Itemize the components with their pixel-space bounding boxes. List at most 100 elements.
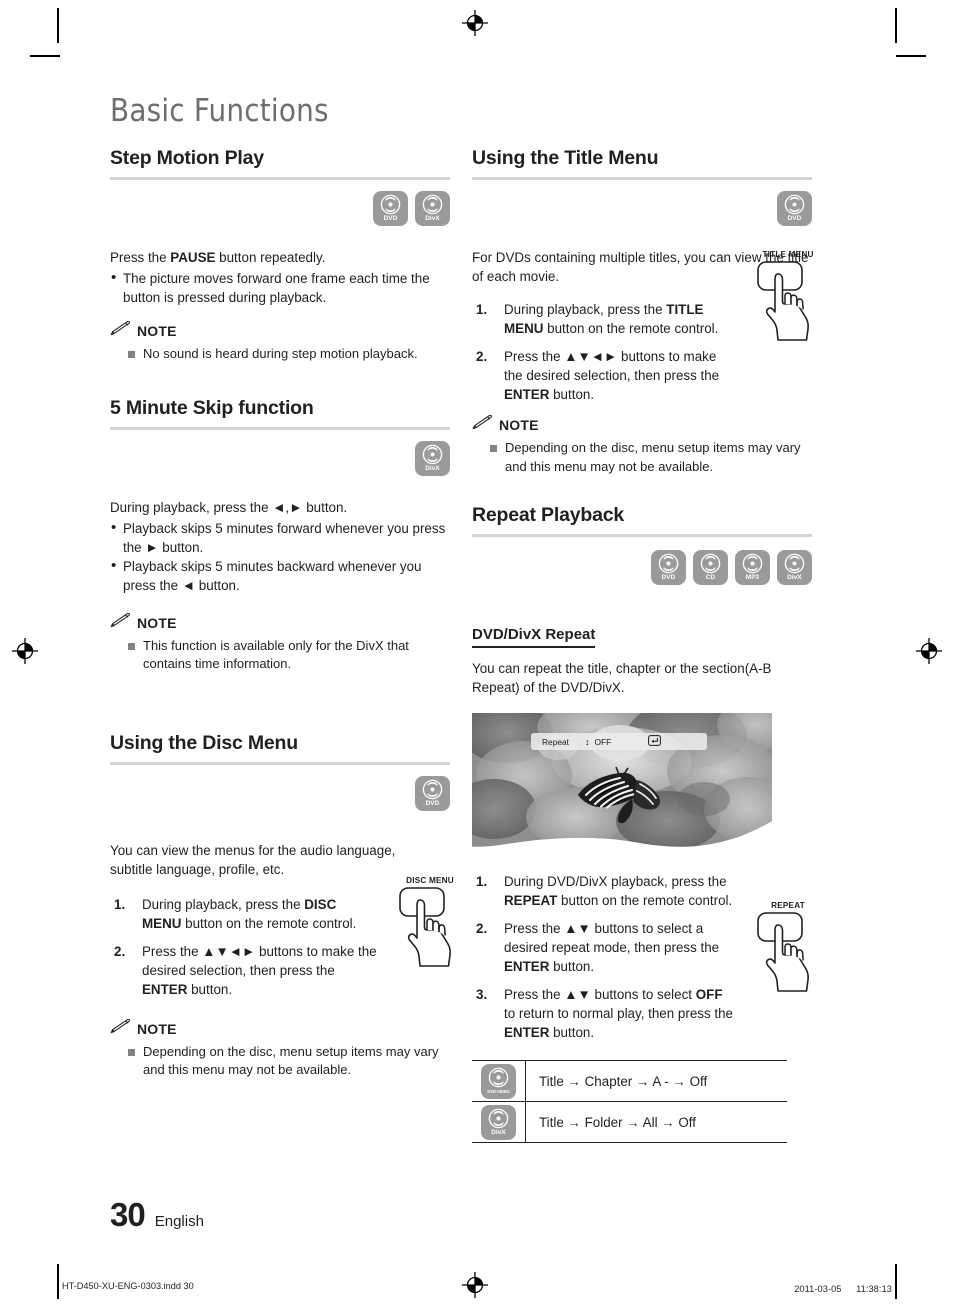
- disc-glyph: [422, 779, 443, 799]
- step-number: 1.: [476, 874, 488, 890]
- section-heading: 5 Minute Skip function: [110, 396, 314, 419]
- disc-badge-divx: DivX: [481, 1104, 516, 1140]
- bullet-list: The picture moves forward one frame each…: [110, 268, 450, 307]
- enter-icon: [648, 734, 662, 749]
- step-number: 3.: [476, 987, 488, 1003]
- note-label: NOTE: [137, 323, 177, 339]
- disc-badge-label: DivX: [425, 215, 440, 222]
- step-item: 3. Press the ▲▼ buttons to select OFF to …: [472, 985, 734, 1042]
- section-using-disc-menu: Using the Disc Menu DVD You can view the…: [110, 731, 454, 1080]
- repeat-mode-table: DVD-VIDEO Title → Chapter → A - → Off DivX…: [472, 1060, 787, 1144]
- heading-rule: [472, 534, 812, 537]
- table-row-disc-icon: DivX: [472, 1101, 526, 1144]
- section-heading: Repeat Playback: [472, 504, 625, 526]
- table-row-sequence: Title → Folder → All → Off: [525, 1101, 787, 1144]
- step-text: Press the ▲▼◄► buttons to make the desir…: [504, 349, 720, 402]
- print-timestamp: 2011-03-05 11:38:13: [794, 1284, 892, 1294]
- step-number: 2.: [476, 349, 488, 364]
- note-item: Depending on the disc, menu setup items …: [110, 1043, 450, 1080]
- heading-rule: [110, 177, 450, 180]
- disc-glyph: [488, 1067, 509, 1087]
- section-intro: Press the PAUSE button repeatedly.: [110, 250, 326, 265]
- button-caption: DISC MENU: [406, 875, 454, 885]
- disc-glyph: [784, 194, 805, 215]
- pencil-icon: [110, 612, 131, 633]
- section-heading: Step Motion Play: [110, 147, 264, 169]
- hand-pressing-button-icon: [398, 886, 462, 972]
- page-language: English: [154, 1213, 204, 1230]
- disc-badge-dvd: DVD: [651, 550, 686, 585]
- heading-rule: [110, 426, 450, 430]
- disc-badge-cd: CD: [693, 550, 728, 585]
- disc-glyph: [380, 194, 401, 215]
- step-number: 2.: [114, 943, 126, 959]
- note-items: Depending on the disc, menu setup items …: [110, 1043, 450, 1080]
- crop-mark-bottom-left-v: [57, 1264, 59, 1299]
- disc-glyph: [658, 553, 679, 574]
- disc-badge-label: DivX: [425, 464, 440, 472]
- disc-badge-row: DVD: [472, 191, 812, 226]
- disc-badge-divx: DivX: [415, 191, 450, 226]
- step-item: 2. Press the ▲▼◄► buttons to make the des…: [110, 942, 378, 999]
- registration-mark-left: [12, 638, 38, 664]
- disc-badge-label: DVD: [383, 215, 398, 222]
- section-intro: During playback, press the ◄,► button.: [110, 499, 348, 515]
- disc-badge-dvd: DVD: [415, 775, 450, 811]
- note-label: NOTE: [137, 614, 177, 631]
- section-step-motion-play: Step Motion Play DVD DivX Press the PAUSE…: [110, 147, 450, 364]
- crop-mark-top-left-h: [30, 55, 60, 57]
- step-list: 1. During playback, press the DISC MENU b…: [110, 895, 378, 999]
- section-heading: Using the Title Menu: [472, 147, 659, 169]
- bullet-item: Playback skips 5 minutes forward wheneve…: [110, 518, 450, 557]
- osd-bar: Repeat ↕ OFF: [531, 733, 707, 751]
- disc-badge-divx: DivX: [777, 550, 812, 585]
- step-number: 1.: [476, 302, 488, 317]
- step-list: 1. During playback, press the TITLE MENU …: [472, 300, 734, 404]
- section-heading: Using the Disc Menu: [110, 731, 298, 754]
- section-5-minute-skip: 5 Minute Skip function DivX During playb…: [110, 397, 450, 674]
- note-block: NOTE Depending on the disc, menu setup i…: [472, 414, 812, 476]
- note-item: Depending on the disc, menu setup items …: [472, 439, 812, 476]
- disc-badge-dvd: DVD: [373, 191, 408, 226]
- step-item: 2. Press the ▲▼◄► buttons to make the des…: [472, 347, 734, 404]
- disc-badge-label: DVD: [425, 799, 440, 807]
- chapter-title: Basic Functions: [110, 93, 329, 129]
- registration-mark-right: [916, 638, 942, 664]
- subsection-heading-wrap: DVD/DivX Repeat: [472, 626, 596, 649]
- disc-badge-label: DVD: [661, 574, 676, 581]
- crop-mark-top-left-v: [57, 8, 59, 43]
- hand-pressing-button-icon: [756, 261, 820, 346]
- right-column: Using the Title Menu DVD For DVDs contai…: [472, 147, 813, 1144]
- disc-badge-label: DVD: [787, 215, 802, 222]
- table-row-disc-icon: DVD-VIDEO: [472, 1060, 526, 1103]
- step-text: Press the ▲▼ buttons to select OFF to re…: [504, 987, 734, 1041]
- page-footer: 30 English: [110, 1196, 204, 1234]
- note-block: NOTE This function is available only for…: [110, 612, 450, 674]
- step-text: Press the ▲▼◄► buttons to make the desir…: [142, 943, 377, 997]
- page-content: Basic Functions Step Motion Play DVD DivX…: [110, 96, 822, 1207]
- disc-glyph: [700, 553, 721, 574]
- osd-screenshot: Repeat ↕ OFF: [472, 713, 772, 853]
- disc-badge-label: DVD-VIDEO: [487, 1088, 510, 1094]
- step-item: 1. During DVD/DivX playback, press the RE…: [472, 872, 734, 910]
- bullet-item: Playback skips 5 minutes backward whenev…: [110, 556, 450, 595]
- section-repeat-playback: Repeat Playback DVD CD MP3 DivX DVD/DivX Re…: [472, 504, 812, 1144]
- section-using-title-menu: Using the Title Menu DVD For DVDs contai…: [472, 147, 813, 476]
- pencil-icon: [110, 320, 131, 341]
- note-label: NOTE: [499, 417, 539, 433]
- step-number: 2.: [476, 921, 488, 937]
- section-intro: You can view the menus for the audio lan…: [110, 842, 396, 877]
- disc-badge-row: DivX: [110, 440, 450, 476]
- table-row: DivX Title → Folder → All → Off: [472, 1101, 787, 1144]
- note-block: NOTE No sound is heard during step motio…: [110, 320, 450, 364]
- disc-badge-mp3: MP3: [735, 550, 770, 585]
- disc-badge-label: MP3: [745, 574, 760, 581]
- table-row-sequence: Title → Chapter → A - → Off: [525, 1060, 787, 1103]
- note-items: Depending on the disc, menu setup items …: [472, 439, 812, 476]
- subheading-underline: [472, 646, 596, 649]
- section-intro: You can repeat the title, chapter or the…: [472, 661, 772, 696]
- print-filename: HT-D450-XU-ENG-0303.indd 30: [62, 1281, 194, 1291]
- note-item: No sound is heard during step motion pla…: [110, 345, 450, 364]
- disc-badge-row: DVD CD MP3 DivX: [472, 550, 812, 585]
- disc-badge-row: DVD: [110, 775, 450, 811]
